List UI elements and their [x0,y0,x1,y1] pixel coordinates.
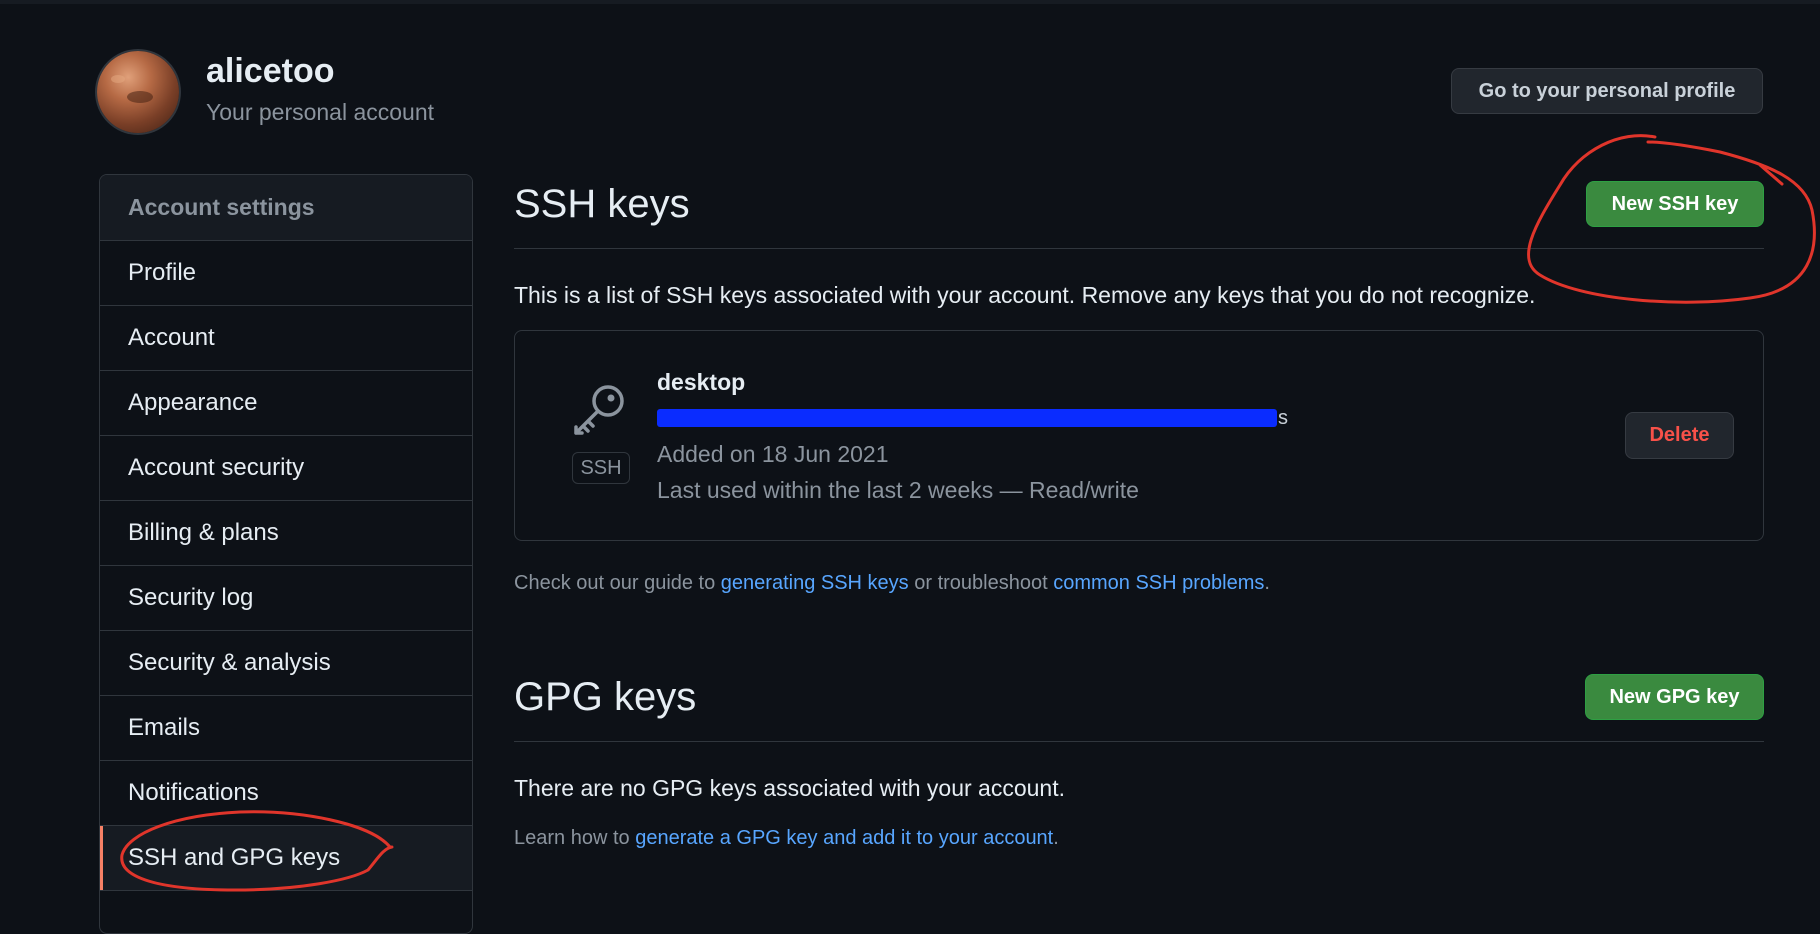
settings-sidebar: Account settings Profile Account Appeara… [99,174,473,934]
ssh-guide-text: Check out our guide to generating SSH ke… [514,572,1270,595]
account-subtitle: Your personal account [206,99,435,125]
new-ssh-key-button[interactable]: New SSH key [1586,181,1764,227]
sidebar-item-security-log[interactable]: Security log [100,566,472,631]
gpg-learn-text: Learn how to generate a GPG key and add … [514,827,1059,850]
redaction-mark [657,409,1277,427]
gpg-keys-title: GPG keys [514,675,697,719]
top-border [0,0,1820,4]
key-last-used: Last used within the last 2 weeks — Read… [657,477,1139,503]
generate-gpg-key-link[interactable]: generate a GPG key and add it to your ac… [635,827,1053,849]
avatar-detail [127,91,153,103]
sidebar-heading: Account settings [100,175,472,241]
sidebar-item-emails[interactable]: Emails [100,696,472,761]
guide-suffix: . [1264,572,1270,594]
gpg-empty-text: There are no GPG keys associated with yo… [514,775,1065,801]
common-ssh-problems-link[interactable]: common SSH problems [1053,572,1264,594]
sidebar-item-profile[interactable]: Profile [100,241,472,306]
learn-suffix: . [1053,827,1059,849]
avatar[interactable] [97,51,179,133]
sidebar-item-billing[interactable]: Billing & plans [100,501,472,566]
guide-prefix: Check out our guide to [514,572,721,594]
key-fingerprint: s [1278,407,1288,429]
sidebar-item-notifications[interactable]: Notifications [100,761,472,826]
sidebar-item-account[interactable]: Account [100,306,472,371]
go-to-profile-button[interactable]: Go to your personal profile [1451,68,1763,114]
learn-prefix: Learn how to [514,827,636,849]
key-added-date: Added on 18 Jun 2021 [657,441,889,467]
sidebar-item-account-security[interactable]: Account security [100,436,472,501]
sidebar-item-ssh-gpg-keys[interactable]: SSH and GPG keys [100,826,472,891]
ssh-badge: SSH [572,452,630,484]
sidebar-item-appearance[interactable]: Appearance [100,371,472,436]
key-icon [574,385,624,435]
divider [514,741,1764,742]
delete-key-button[interactable]: Delete [1625,412,1734,459]
key-title: desktop [657,369,746,395]
ssh-description: This is a list of SSH keys associated wi… [514,282,1536,308]
new-gpg-key-button[interactable]: New GPG key [1585,674,1764,720]
username[interactable]: alicetoo [206,52,334,91]
settings-page: alicetoo Your personal account Go to you… [0,0,1820,934]
sidebar-item-security-analysis[interactable]: Security & analysis [100,631,472,696]
avatar-detail [111,75,125,83]
divider [514,248,1764,249]
generating-ssh-keys-link[interactable]: generating SSH keys [721,572,909,594]
ssh-keys-title: SSH keys [514,182,690,226]
guide-middle: or troubleshoot [908,572,1054,594]
ssh-key-card: SSH desktop s Added on 18 Jun 2021 Last … [514,330,1764,541]
